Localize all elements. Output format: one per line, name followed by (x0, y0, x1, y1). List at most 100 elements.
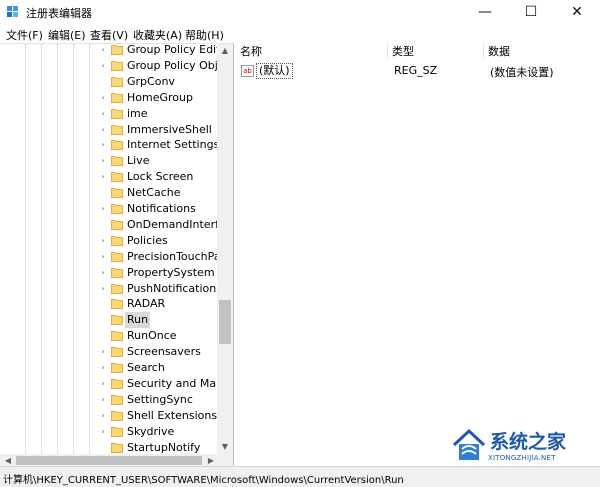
folder-icon (111, 204, 123, 214)
folder-icon (111, 363, 123, 373)
column-header-name[interactable]: 名称 (236, 43, 388, 60)
folder-icon (111, 108, 123, 119)
watermark: 系统之家 XITONGZHIJIA.NET (446, 423, 596, 467)
tree-item[interactable]: › Shell Extensions (0, 408, 218, 424)
tree-item[interactable]: OnDemandInterface (0, 217, 233, 233)
expand-chevron-icon[interactable]: › (98, 125, 108, 135)
tree-item-label: NetCache (127, 186, 181, 200)
expand-chevron-icon[interactable]: › (98, 363, 108, 373)
string-value-icon: ab (241, 65, 254, 77)
tree-item[interactable]: › Screensavers (0, 344, 218, 360)
tree-item[interactable]: › ImmersiveShell (0, 122, 218, 138)
menu-favorites[interactable]: 收藏夹(A) (133, 27, 182, 43)
registry-editor-icon (7, 6, 18, 17)
tree-item-label: PrecisionTouchPad (127, 249, 228, 263)
tree-item[interactable]: › SettingSync (0, 392, 218, 408)
tree-scroll-thumb[interactable] (219, 300, 231, 344)
tree-item[interactable]: › ime (0, 106, 218, 122)
tree-item-label: PropertySystem (127, 265, 215, 279)
menu-edit[interactable]: 编辑(E) (48, 27, 86, 43)
tree-item-label: Search (127, 361, 165, 374)
folder-icon (111, 45, 123, 55)
folder-icon (111, 299, 123, 310)
tree-item-label: HomeGroup (127, 90, 193, 104)
tree-item-label: Lock Screen (127, 170, 194, 184)
tree-item-label: Live (127, 154, 150, 168)
menu-help[interactable]: 帮助(H) (185, 27, 224, 43)
close-button[interactable]: ✕ (554, 0, 600, 24)
expand-chevron-icon[interactable]: › (98, 411, 108, 421)
tree-item[interactable]: › Lock Screen (0, 169, 218, 185)
tree-item[interactable]: › Internet Settings (0, 137, 219, 153)
tree-item[interactable]: › Security and Mainte (0, 376, 233, 392)
value-name[interactable]: (默认) (256, 63, 293, 79)
tree-item[interactable]: › Policies (0, 233, 218, 249)
folder-icon (111, 410, 123, 421)
tree-item[interactable]: › Group Policy Objec (0, 58, 230, 74)
expand-chevron-icon[interactable]: › (98, 347, 108, 357)
expand-chevron-icon[interactable]: › (98, 236, 108, 246)
expand-chevron-icon[interactable]: › (98, 93, 108, 103)
tree-item[interactable]: › PushNotifications (0, 281, 222, 297)
menu-view[interactable]: 查看(V) (90, 27, 128, 43)
maximize-button[interactable]: ☐ (508, 0, 554, 24)
expand-chevron-icon[interactable]: › (98, 204, 108, 214)
column-header-type[interactable]: 类型 (388, 43, 484, 60)
tree-item-label: Notifications (127, 202, 196, 215)
tree-item[interactable]: › Search (0, 360, 218, 376)
folder-icon (111, 156, 123, 167)
watermark-text: 系统之家 (490, 431, 567, 453)
tree-item-label: Skydrive (127, 424, 175, 438)
title-bar: 注册表编辑器 — ☐ ✕ (0, 0, 600, 24)
expand-chevron-icon[interactable]: › (98, 395, 108, 405)
expand-chevron-icon[interactable]: › (98, 45, 108, 55)
tree-item[interactable]: GrpConv (0, 74, 218, 90)
window-title: 注册表编辑器 (26, 7, 92, 20)
folder-icon (111, 315, 123, 326)
tree-item-label: Shell Extensions (127, 408, 218, 422)
value-row[interactable]: ab (默认) REG_SZ (数值未设置) (236, 63, 600, 79)
expand-chevron-icon[interactable]: › (98, 268, 108, 278)
column-header-data[interactable]: 数据 (484, 43, 600, 60)
minimize-button[interactable]: — (462, 0, 508, 24)
expand-chevron-icon[interactable]: › (98, 427, 108, 437)
tree-hscroll-thumb[interactable] (16, 456, 202, 465)
tree-item[interactable]: Run (0, 312, 218, 329)
values-pane[interactable]: 名称 类型 数据 ab (默认) REG_SZ (数值未设置) (236, 43, 600, 466)
tree-item[interactable]: RADAR (0, 296, 218, 312)
tree-item-label: Run (125, 312, 151, 329)
expand-chevron-icon[interactable]: › (98, 156, 108, 166)
scroll-up-arrow-icon[interactable]: ▲ (217, 44, 233, 58)
tree-item[interactable]: › PropertySystem (0, 265, 218, 281)
house-logo-icon (452, 428, 486, 460)
expand-chevron-icon[interactable]: › (98, 61, 108, 71)
folder-icon (111, 219, 123, 230)
scroll-down-arrow-icon[interactable]: ▼ (217, 440, 233, 454)
value-type: REG_SZ (394, 64, 438, 77)
expand-chevron-icon[interactable]: › (98, 252, 108, 262)
tree-item[interactable]: › Skydrive (0, 424, 218, 440)
expand-chevron-icon[interactable]: › (98, 140, 108, 150)
tree-item-label: SettingSync (127, 392, 193, 406)
folder-icon (111, 76, 123, 87)
tree-item[interactable]: › PrecisionTouchPad (0, 249, 227, 265)
folder-icon (111, 267, 123, 278)
folder-icon (111, 347, 123, 358)
tree-item[interactable]: › Notifications (0, 201, 218, 217)
tree-item[interactable]: › HomeGroup (0, 90, 218, 106)
tree-item[interactable]: NetCache (0, 185, 218, 201)
expand-chevron-icon[interactable]: › (98, 379, 108, 389)
tree-item[interactable]: RunOnce (0, 328, 218, 344)
tree-item-label: ImmersiveShell (127, 122, 212, 136)
folder-icon (111, 331, 123, 342)
expand-chevron-icon[interactable]: › (98, 172, 108, 182)
menu-file[interactable]: 文件(F) (6, 27, 43, 43)
tree-item[interactable]: › Group Policy Editor (0, 44, 231, 58)
status-path: 计算机\HKEY_CURRENT_USER\SOFTWARE\Microsoft… (3, 475, 404, 486)
tree-item-label: GrpConv (127, 74, 175, 88)
key-tree[interactable]: › Group Policy Editor › Group Policy Objec G… (0, 43, 234, 467)
tree-item[interactable]: › Live (0, 153, 218, 169)
expand-chevron-icon[interactable]: › (98, 109, 108, 119)
expand-chevron-icon[interactable]: › (98, 284, 108, 294)
tree-vertical-scrollbar[interactable]: ▲ ▼ (217, 44, 233, 454)
